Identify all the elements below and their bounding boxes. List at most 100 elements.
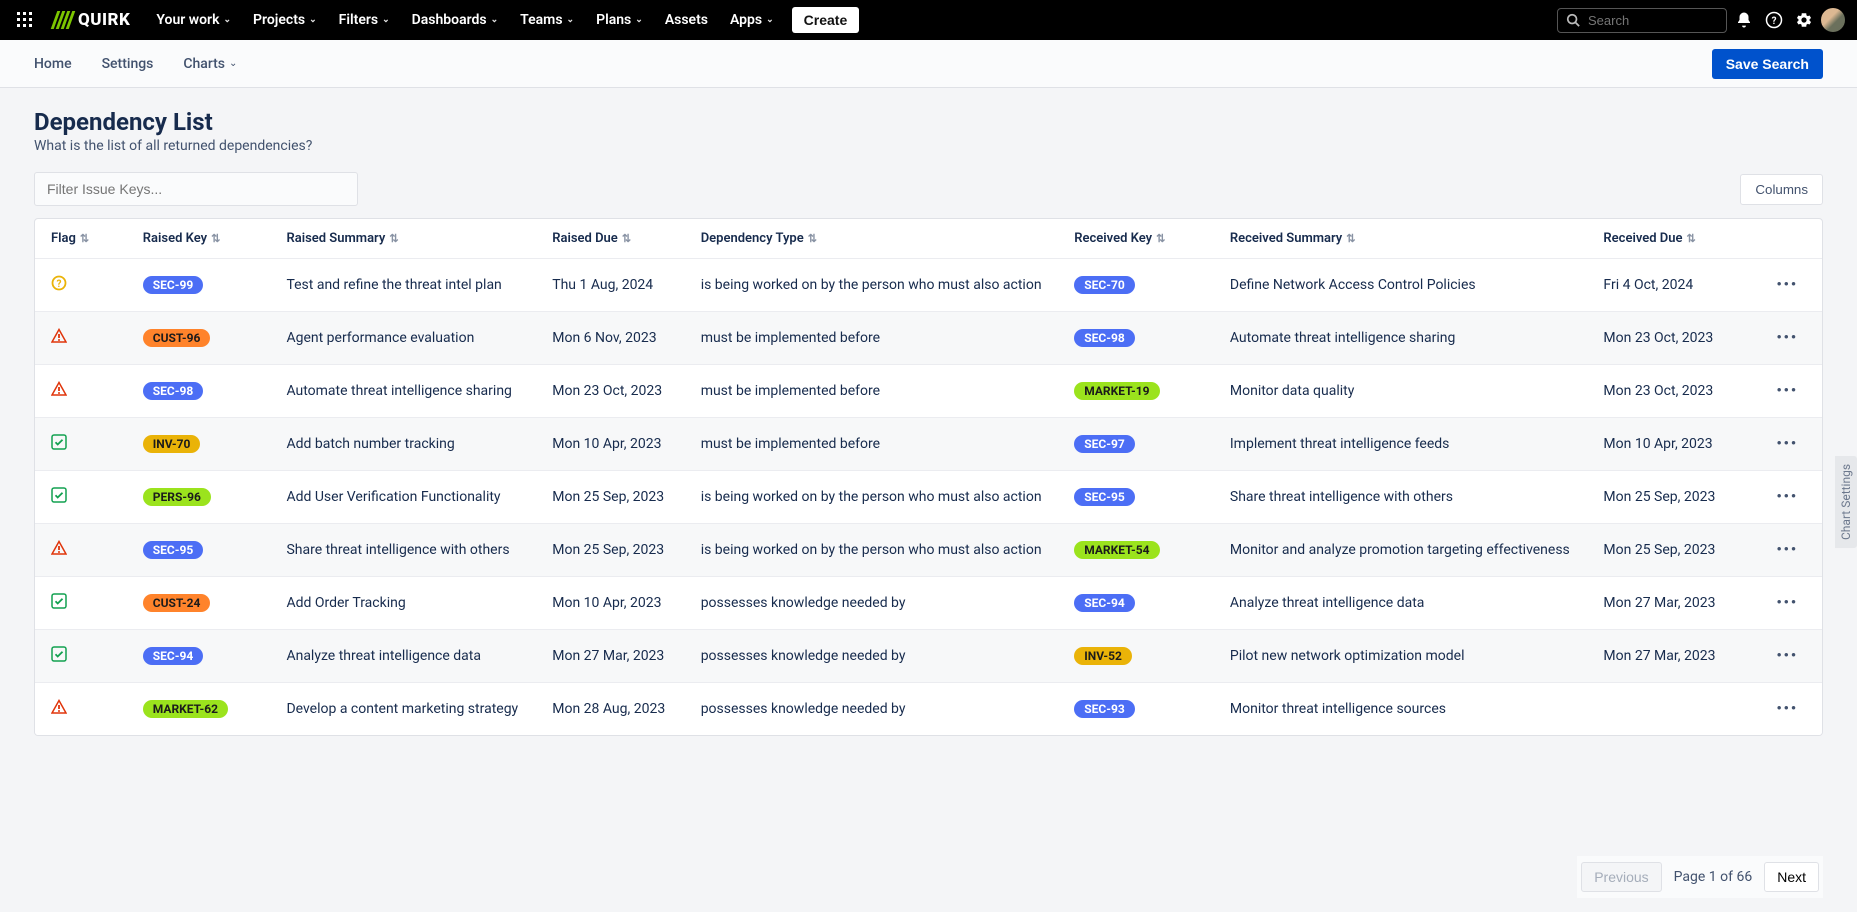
raised-key-pill[interactable]: SEC-99 xyxy=(143,276,204,294)
settings-icon[interactable] xyxy=(1791,7,1817,33)
chevron-down-icon: ⌄ xyxy=(635,15,643,25)
notifications-icon[interactable] xyxy=(1731,7,1757,33)
received-key-pill[interactable]: INV-52 xyxy=(1074,647,1132,665)
nav-items: Your work⌄ Projects⌄ Filters⌄ Dashboards⌄ Te… xyxy=(154,8,775,32)
raised-key-pill[interactable]: CUST-96 xyxy=(143,329,211,347)
filter-issue-keys-input[interactable] xyxy=(34,172,358,206)
page-subtitle: What is the list of all returned depende… xyxy=(34,138,1823,154)
dependency-type: is being worked on by the person who mus… xyxy=(689,259,1063,312)
raised-summary: Add User Verification Functionality xyxy=(274,471,540,524)
nav-item-filters[interactable]: Filters⌄ xyxy=(337,8,392,32)
apps-grid-icon[interactable] xyxy=(12,7,38,33)
top-nav-left: QUIRK Your work⌄ Projects⌄ Filters⌄ Dashboa… xyxy=(12,7,859,33)
brand-logo[interactable]: QUIRK xyxy=(54,10,130,30)
nav-item-teams[interactable]: Teams⌄ xyxy=(518,8,576,32)
flag-icon xyxy=(51,593,67,609)
search-box[interactable] xyxy=(1557,8,1727,33)
received-key-pill[interactable]: SEC-94 xyxy=(1074,594,1135,612)
received-key-pill[interactable]: SEC-97 xyxy=(1074,435,1135,453)
received-key-pill[interactable]: MARKET-54 xyxy=(1074,541,1159,559)
nav-item-assets[interactable]: Assets xyxy=(663,8,710,32)
raised-key-pill[interactable]: PERS-96 xyxy=(143,488,211,506)
nav-item-projects[interactable]: Projects⌄ xyxy=(251,8,319,32)
brand-text: QUIRK xyxy=(78,10,130,30)
tab-home[interactable]: Home xyxy=(34,56,72,72)
col-received-key[interactable]: Received Key⇅ xyxy=(1062,219,1218,259)
row-actions-button[interactable]: ••• xyxy=(1776,330,1798,346)
received-summary: Monitor threat intelligence sources xyxy=(1218,683,1592,736)
row-actions-button[interactable]: ••• xyxy=(1776,595,1798,611)
tab-settings[interactable]: Settings xyxy=(102,56,154,72)
dependency-type: is being worked on by the person who mus… xyxy=(689,524,1063,577)
prev-button[interactable]: Previous xyxy=(1581,862,1661,892)
row-actions-button[interactable]: ••• xyxy=(1776,489,1798,505)
chevron-down-icon: ⌄ xyxy=(491,15,499,25)
search-input[interactable] xyxy=(1586,12,1718,29)
help-icon[interactable]: ? xyxy=(1761,7,1787,33)
top-nav-right: ? xyxy=(1557,7,1845,33)
received-due: Mon 10 Apr, 2023 xyxy=(1591,418,1753,471)
received-due: Mon 25 Sep, 2023 xyxy=(1591,471,1753,524)
sub-nav: Home Settings Charts ⌄ Save Search xyxy=(0,40,1857,88)
chart-settings-tab[interactable]: Chart Settings xyxy=(1835,456,1857,548)
raised-key-pill[interactable]: CUST-24 xyxy=(143,594,211,612)
chevron-down-icon: ⌄ xyxy=(382,15,390,25)
received-summary: Monitor and analyze promotion targeting … xyxy=(1218,524,1592,577)
save-search-button[interactable]: Save Search xyxy=(1712,49,1823,79)
sort-icon: ⇅ xyxy=(80,232,89,245)
dependency-type: must be implemented before xyxy=(689,418,1063,471)
next-button[interactable]: Next xyxy=(1764,862,1819,892)
received-key-pill[interactable]: SEC-70 xyxy=(1074,276,1135,294)
received-key-pill[interactable]: SEC-93 xyxy=(1074,700,1135,718)
received-summary: Implement threat intelligence feeds xyxy=(1218,418,1592,471)
received-key-pill[interactable]: MARKET-19 xyxy=(1074,382,1159,400)
table-row: MARKET-62 Develop a content marketing str… xyxy=(35,683,1822,736)
raised-key-pill[interactable]: SEC-95 xyxy=(143,541,204,559)
dependency-type: must be implemented before xyxy=(689,312,1063,365)
col-flag[interactable]: Flag⇅ xyxy=(35,219,131,259)
raised-summary: Develop a content marketing strategy xyxy=(274,683,540,736)
sort-icon: ⇅ xyxy=(211,232,220,245)
received-summary: Analyze threat intelligence data xyxy=(1218,577,1592,630)
col-raised-summary[interactable]: Raised Summary⇅ xyxy=(274,219,540,259)
raised-summary: Automate threat intelligence sharing xyxy=(274,365,540,418)
logo-icon xyxy=(51,11,76,29)
row-actions-button[interactable]: ••• xyxy=(1776,383,1798,399)
nav-item-apps[interactable]: Apps⌄ xyxy=(728,8,776,32)
table-row: CUST-24 Add Order TrackingMon 10 Apr, 202… xyxy=(35,577,1822,630)
flag-icon xyxy=(51,699,67,715)
received-key-pill[interactable]: SEC-98 xyxy=(1074,329,1135,347)
nav-item-dashboards[interactable]: Dashboards⌄ xyxy=(410,8,501,32)
received-key-pill[interactable]: SEC-95 xyxy=(1074,488,1135,506)
columns-button[interactable]: Columns xyxy=(1740,174,1823,205)
raised-due: Mon 10 Apr, 2023 xyxy=(540,577,688,630)
dependency-type: possesses knowledge needed by xyxy=(689,630,1063,683)
create-button[interactable]: Create xyxy=(792,7,860,33)
user-avatar[interactable] xyxy=(1821,8,1845,32)
raised-key-pill[interactable]: MARKET-62 xyxy=(143,700,228,718)
dependency-table: Flag⇅ Raised Key⇅ Raised Summary⇅ Raised… xyxy=(34,218,1823,736)
nav-item-your-work[interactable]: Your work⌄ xyxy=(154,8,233,32)
col-raised-due[interactable]: Raised Due⇅ xyxy=(540,219,688,259)
row-actions-button[interactable]: ••• xyxy=(1776,277,1798,293)
raised-summary: Add Order Tracking xyxy=(274,577,540,630)
dependency-type: must be implemented before xyxy=(689,365,1063,418)
flag-icon xyxy=(51,540,67,556)
row-actions-button[interactable]: ••• xyxy=(1776,648,1798,664)
nav-item-plans[interactable]: Plans⌄ xyxy=(594,8,645,32)
row-actions-button[interactable]: ••• xyxy=(1776,701,1798,717)
raised-key-pill[interactable]: SEC-98 xyxy=(143,382,204,400)
col-received-due[interactable]: Received Due⇅ xyxy=(1591,219,1753,259)
col-dependency-type[interactable]: Dependency Type⇅ xyxy=(689,219,1063,259)
flag-icon xyxy=(51,328,67,344)
tab-charts[interactable]: Charts ⌄ xyxy=(183,56,237,72)
svg-text:?: ? xyxy=(57,279,62,290)
col-raised-key[interactable]: Raised Key⇅ xyxy=(131,219,275,259)
row-actions-button[interactable]: ••• xyxy=(1776,436,1798,452)
table-row: SEC-95Share threat intelligence with oth… xyxy=(35,524,1822,577)
col-received-summary[interactable]: Received Summary⇅ xyxy=(1218,219,1592,259)
raised-key-pill[interactable]: INV-70 xyxy=(143,435,201,453)
received-summary: Share threat intelligence with others xyxy=(1218,471,1592,524)
raised-key-pill[interactable]: SEC-94 xyxy=(143,647,204,665)
row-actions-button[interactable]: ••• xyxy=(1776,542,1798,558)
